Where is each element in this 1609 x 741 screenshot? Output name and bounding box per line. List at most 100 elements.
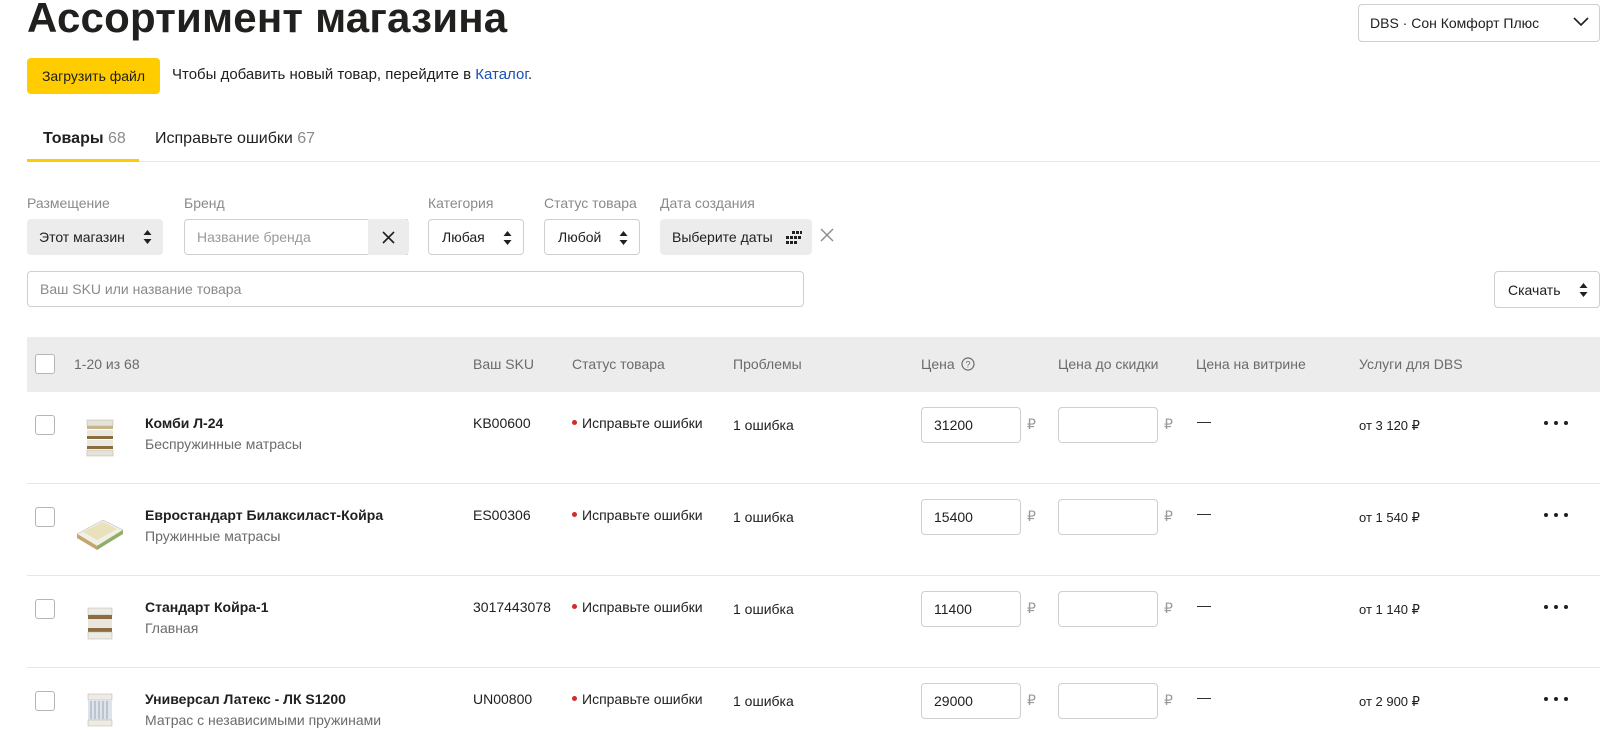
issues-link[interactable]: 1 ошибка (733, 417, 794, 433)
price-input[interactable]: 15400 (921, 499, 1021, 535)
table-row[interactable]: Комби Л-24 Беспружинные матрасы KB00600 … (27, 392, 1600, 484)
product-category: Беспружинные матрасы (145, 436, 302, 452)
upload-file-button[interactable]: Загрузить файл (27, 58, 160, 94)
currency-sign: ₽ (1027, 692, 1036, 708)
dot-icon (1564, 513, 1568, 517)
status-text: Исправьте ошибки (582, 691, 703, 707)
status-text: Исправьте ошибки (582, 599, 703, 615)
shelf-price: — (1197, 689, 1211, 705)
issues-link[interactable]: 1 ошибка (733, 601, 794, 617)
status-text: Исправьте ошибки (582, 507, 703, 523)
dot-icon (1544, 513, 1548, 517)
row-checkbox[interactable] (35, 415, 55, 435)
table-range: 1-20 из 68 (74, 356, 140, 372)
product-name[interactable]: Универсал Латекс - ЛК S1200 (145, 691, 346, 707)
download-label: Скачать (1508, 281, 1561, 298)
product-thumbnail[interactable] (73, 502, 127, 556)
dot-icon (1554, 697, 1558, 701)
date-filter[interactable]: Выберите даты (660, 219, 812, 255)
issues-link[interactable]: 1 ошибка (733, 509, 794, 525)
product-name[interactable]: Комби Л-24 (145, 415, 223, 431)
shop-select-value: DBS · Сон Комфорт Плюс (1370, 15, 1540, 31)
currency-sign: ₽ (1164, 416, 1173, 432)
tab-fix-errors-label: Исправьте ошибки (155, 130, 293, 147)
more-actions-button[interactable] (1544, 413, 1568, 433)
placement-filter-label: Размещение (27, 195, 110, 211)
dot-icon (1554, 605, 1558, 609)
product-category: Пружинные матрасы (145, 528, 281, 544)
price-input[interactable]: 31200 (921, 407, 1021, 443)
placement-filter-value: Этот магазин (39, 229, 125, 245)
hint-text: Чтобы добавить новый товар, перейдите в (172, 66, 476, 83)
price-input[interactable]: 11400 (921, 591, 1021, 627)
category-filter-value: Любая (442, 229, 485, 245)
chevron-down-icon (1573, 17, 1589, 27)
tab-products[interactable]: Товары 68 (43, 130, 126, 148)
status-badge: Исправьте ошибки (572, 415, 703, 431)
category-filter[interactable]: Любая (428, 219, 524, 255)
column-sku: Ваш SKU (473, 356, 535, 372)
column-shelf-price: Цена на витрине (1196, 356, 1306, 372)
old-price-input[interactable] (1058, 407, 1158, 443)
shelf-price: — (1197, 505, 1211, 521)
catalog-link[interactable]: Каталог (475, 66, 528, 83)
svg-text:?: ? (965, 360, 970, 370)
close-icon (382, 230, 395, 244)
product-category: Главная (145, 620, 199, 636)
service-price: от 1 140 ₽ (1359, 602, 1420, 617)
product-thumbnail[interactable] (73, 594, 127, 648)
status-filter[interactable]: Любой (544, 219, 640, 255)
currency-sign: ₽ (1027, 600, 1036, 616)
service-price: от 2 900 ₽ (1359, 694, 1420, 709)
sort-arrows-icon (143, 230, 152, 244)
status-text: Исправьте ошибки (582, 415, 703, 431)
row-checkbox[interactable] (35, 507, 55, 527)
old-price-input[interactable] (1058, 499, 1158, 535)
placement-filter[interactable]: Этот магазин (27, 219, 163, 255)
old-price-input[interactable] (1058, 683, 1158, 719)
shelf-price: — (1197, 597, 1211, 613)
product-thumbnail[interactable] (73, 686, 127, 740)
page-title: Ассортимент магазина (27, 0, 508, 41)
brand-input-placeholder: Название бренда (197, 229, 311, 245)
more-actions-button[interactable] (1544, 689, 1568, 709)
dot-icon (1544, 421, 1548, 425)
product-name[interactable]: Евростандарт Билаксиласт-Койра (145, 507, 383, 523)
more-actions-button[interactable] (1544, 597, 1568, 617)
shop-select[interactable]: DBS · Сон Комфорт Плюс (1358, 4, 1600, 42)
price-input[interactable]: 29000 (921, 683, 1021, 719)
product-sku: UN00800 (473, 691, 533, 707)
sort-arrows-icon (619, 231, 628, 245)
status-badge: Исправьте ошибки (572, 691, 703, 707)
dot-icon (1544, 697, 1548, 701)
row-checkbox[interactable] (35, 599, 55, 619)
row-checkbox[interactable] (35, 691, 55, 711)
column-price: Цена ? (921, 356, 975, 372)
error-dot-icon (572, 511, 577, 517)
date-clear-icon[interactable] (820, 228, 834, 242)
status-badge: Исправьте ошибки (572, 507, 703, 523)
more-actions-button[interactable] (1544, 505, 1568, 525)
active-tab-indicator (27, 159, 139, 162)
old-price-input[interactable] (1058, 591, 1158, 627)
category-filter-label: Категория (428, 195, 494, 211)
help-icon[interactable]: ? (960, 357, 975, 371)
select-all-checkbox[interactable] (35, 354, 55, 374)
currency-sign: ₽ (1027, 416, 1036, 432)
status-filter-value: Любой (558, 229, 602, 245)
status-badge: Исправьте ошибки (572, 599, 703, 615)
brand-clear-button[interactable] (368, 219, 409, 255)
table-row[interactable]: Универсал Латекс - ЛК S1200 Матрас с нез… (27, 668, 1600, 741)
product-category: Матрас с независимыми пружинами (145, 712, 382, 728)
tab-fix-errors[interactable]: Исправьте ошибки 67 (155, 130, 315, 148)
issues-link[interactable]: 1 ошибка (733, 693, 794, 709)
product-thumbnail[interactable] (73, 410, 127, 464)
table-row[interactable]: Евростандарт Билаксиласт-Койра Пружинные… (27, 484, 1600, 576)
tab-products-count: 68 (107, 130, 126, 147)
search-input[interactable]: Ваш SKU или название товара (27, 271, 804, 307)
dot-icon (1544, 605, 1548, 609)
download-button[interactable]: Скачать (1494, 271, 1600, 308)
calendar-grid-icon (786, 231, 802, 244)
table-row[interactable]: Стандарт Койра-1 Главная 3017443078 Испр… (27, 576, 1600, 668)
product-name[interactable]: Стандарт Койра-1 (145, 599, 268, 615)
